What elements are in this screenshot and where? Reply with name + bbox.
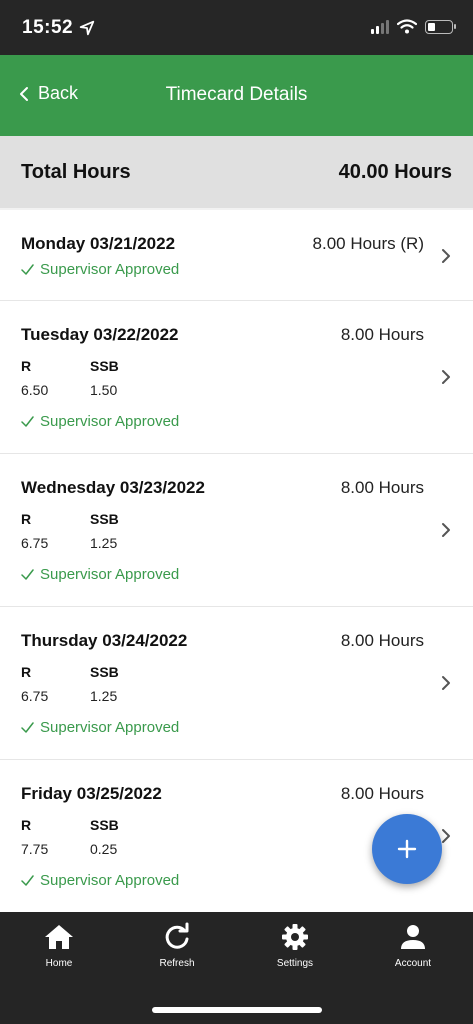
pay-code-column: SSB 1.50 — [90, 358, 150, 398]
checkmark-icon — [21, 416, 34, 427]
tab-home-label: Home — [45, 958, 73, 969]
day-row-tuesday[interactable]: Tuesday 03/22/2022 8.00 Hours R 6.50 SSB… — [0, 301, 473, 454]
location-arrow-icon — [79, 20, 95, 36]
tab-refresh-label: Refresh — [159, 958, 195, 969]
app-header: Back Timecard Details — [0, 55, 473, 136]
approval-status-label: Supervisor Approved — [40, 261, 180, 278]
day-date: Friday 03/25/2022 — [21, 784, 162, 803]
day-date: Wednesday 03/23/2022 — [21, 478, 205, 497]
status-time: 15:52 — [22, 17, 74, 38]
status-indicators — [371, 19, 456, 34]
day-date: Monday 03/21/2022 — [21, 234, 176, 253]
approval-status: Supervisor Approved — [21, 261, 179, 278]
pay-code-column: R 6.50 — [21, 358, 81, 398]
day-hours: 8.00 Hours (R) — [312, 234, 424, 253]
approval-status: Supervisor Approved — [21, 719, 179, 736]
pay-code: R — [21, 817, 32, 833]
day-row-monday[interactable]: Monday 03/21/2022 8.00 Hours (R) Supervi… — [0, 210, 473, 301]
pay-code-hours: 0.25 — [90, 841, 118, 857]
pay-code: SSB — [90, 358, 119, 374]
checkmark-icon — [21, 722, 34, 733]
gear-icon — [282, 924, 308, 950]
approval-status-label: Supervisor Approved — [40, 566, 180, 583]
timecard-day-list: Monday 03/21/2022 8.00 Hours (R) Supervi… — [0, 210, 473, 913]
total-hours-label: Total Hours — [21, 160, 131, 183]
status-bar: 15:52 — [0, 0, 473, 55]
pay-code: SSB — [90, 664, 119, 680]
home-icon — [45, 925, 73, 949]
chevron-right-icon — [442, 676, 450, 690]
day-hours: 8.00 Hours — [340, 478, 424, 497]
pay-code-hours: 1.50 — [90, 382, 118, 398]
pay-code: R — [21, 664, 32, 680]
page-title: Timecard Details — [165, 84, 308, 105]
tab-settings[interactable]: Settings — [250, 922, 340, 969]
tab-account-label: Account — [394, 958, 432, 969]
day-row-wednesday[interactable]: Wednesday 03/23/2022 8.00 Hours R 6.75 S… — [0, 454, 473, 607]
checkmark-icon — [21, 264, 34, 275]
chevron-right-icon — [442, 370, 450, 384]
pay-code-column: SSB 0.25 — [90, 817, 150, 857]
tab-account[interactable]: Account — [368, 922, 458, 969]
add-entry-button[interactable] — [372, 814, 442, 884]
approval-status: Supervisor Approved — [21, 566, 179, 583]
day-row-thursday[interactable]: Thursday 03/24/2022 8.00 Hours R 6.75 SS… — [0, 607, 473, 760]
pay-code-column: R 6.75 — [21, 511, 81, 551]
battery-icon — [425, 19, 456, 34]
pay-code-hours: 6.75 — [21, 535, 49, 551]
day-hours: 8.00 Hours — [340, 784, 424, 803]
tab-home[interactable]: Home — [14, 922, 104, 969]
home-indicator[interactable] — [152, 1007, 322, 1013]
day-date: Tuesday 03/22/2022 — [21, 325, 179, 344]
pay-code: SSB — [90, 511, 119, 527]
total-hours-bar: Total Hours 40.00 Hours — [0, 136, 473, 208]
pay-code-hours: 6.75 — [21, 688, 49, 704]
pay-code-hours: 1.25 — [90, 688, 118, 704]
day-date: Thursday 03/24/2022 — [21, 631, 188, 650]
pay-code-hours: 6.50 — [21, 382, 49, 398]
pay-code-hours: 7.75 — [21, 841, 49, 857]
pay-code-column: R 7.75 — [21, 817, 81, 857]
approval-status: Supervisor Approved — [21, 872, 179, 889]
plus-icon — [397, 839, 417, 859]
total-hours-value: 40.00 Hours — [338, 160, 452, 183]
chevron-right-icon — [442, 829, 450, 843]
approval-status-label: Supervisor Approved — [40, 872, 180, 889]
signal-icon — [371, 19, 389, 34]
pay-code-column: R 6.75 — [21, 664, 81, 704]
approval-status-label: Supervisor Approved — [40, 719, 180, 736]
approval-status: Supervisor Approved — [21, 413, 179, 430]
day-hours: 8.00 Hours — [340, 325, 424, 344]
pay-code: R — [21, 358, 32, 374]
checkmark-icon — [21, 875, 34, 886]
pay-code: SSB — [90, 817, 119, 833]
refresh-icon — [165, 922, 189, 949]
tab-settings-label: Settings — [276, 958, 314, 969]
chevron-right-icon — [442, 523, 450, 537]
approval-status-label: Supervisor Approved — [40, 413, 180, 430]
pay-code-hours: 1.25 — [90, 535, 118, 551]
pay-code: R — [21, 511, 32, 527]
day-hours: 8.00 Hours — [340, 631, 424, 650]
checkmark-icon — [21, 569, 34, 580]
wifi-icon — [397, 19, 417, 34]
person-icon — [401, 925, 425, 949]
chevron-right-icon — [442, 249, 450, 263]
tab-refresh[interactable]: Refresh — [132, 922, 222, 969]
pay-code-column: SSB 1.25 — [90, 664, 150, 704]
pay-code-column: SSB 1.25 — [90, 511, 150, 551]
